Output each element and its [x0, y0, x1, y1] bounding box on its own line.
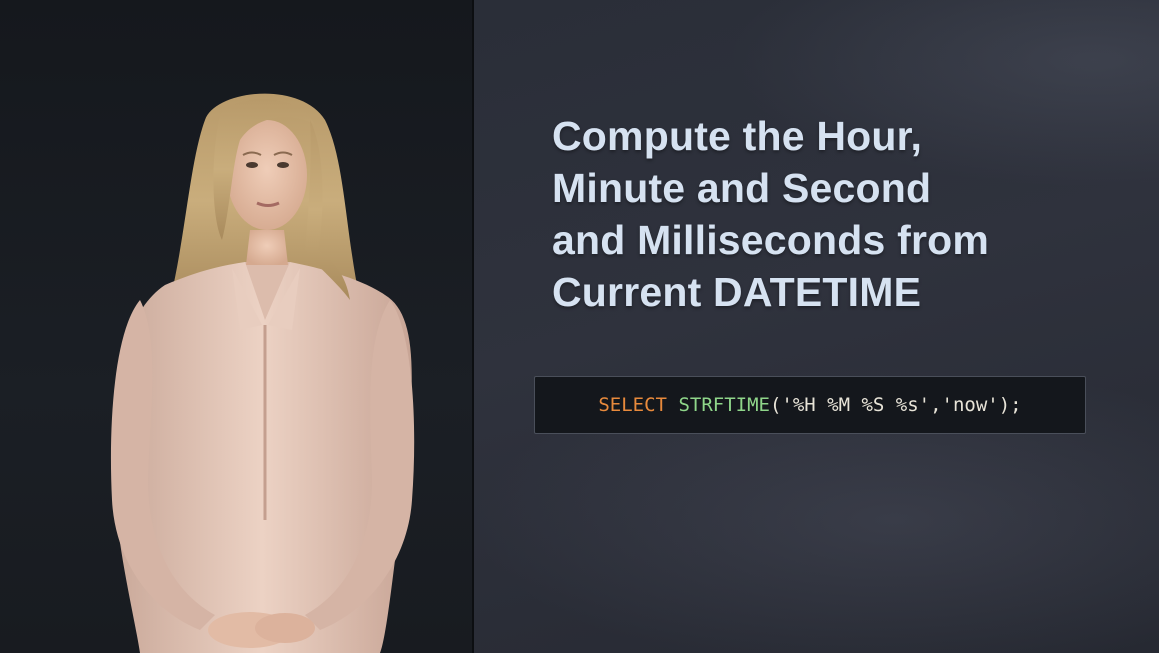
presenter-video: [0, 0, 472, 653]
code-snippet: SELECT STRFTIME ('%H %M %S %s','now');: [534, 376, 1086, 434]
code-arguments: ('%H %M %S %s','now');: [769, 394, 1022, 416]
code-function: STRFTIME: [678, 394, 770, 416]
slide-panel: Compute the Hour, Minute and Second and …: [474, 0, 1159, 653]
slide-title-line: and Milliseconds from: [552, 217, 990, 263]
slide-title: Compute the Hour, Minute and Second and …: [552, 110, 1112, 318]
presenter-figure: [110, 93, 415, 653]
slide-title-line: Current DATETIME: [552, 269, 922, 315]
code-keyword: SELECT: [598, 394, 667, 416]
slide-title-line: Compute the Hour,: [552, 113, 923, 159]
slide-title-line: Minute and Second: [552, 165, 932, 211]
